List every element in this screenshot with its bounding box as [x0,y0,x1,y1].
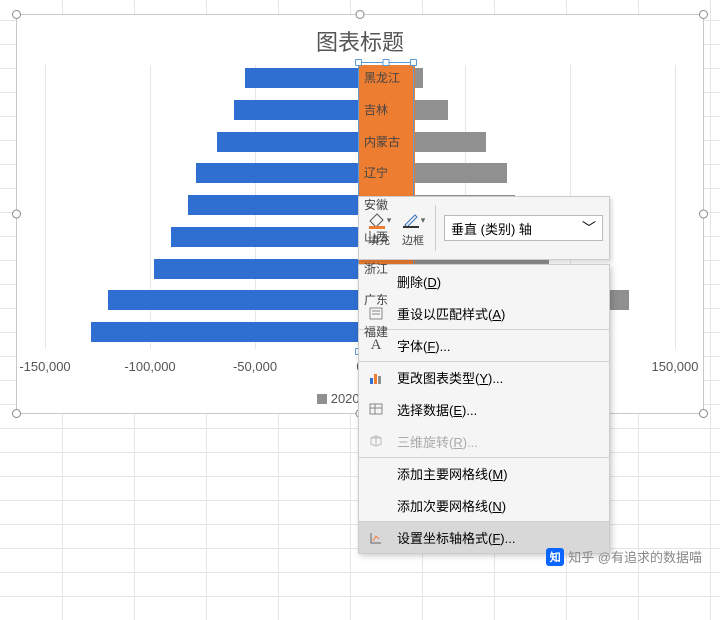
category-label: 安徽 [360,196,414,213]
bar-series1[interactable] [91,322,360,342]
category-label: 山西 [360,228,414,245]
x-tick-label: -150,000 [19,359,70,374]
resize-handle[interactable] [12,10,21,19]
ctx-label: 更改图表类型(Y)... [397,368,503,387]
chart-icon [365,370,387,386]
ctx-label: 三维旋转(R)... [397,432,478,451]
bar-series1[interactable] [217,132,360,152]
selector-value: 垂直 (类别) 轴 [451,219,532,238]
category-label: 广东 [360,291,414,308]
bar-series1[interactable] [154,259,360,279]
zhihu-icon: 知 [546,548,564,566]
bar-series1[interactable] [245,68,361,88]
resize-handle[interactable] [12,210,21,219]
x-tick-label: -100,000 [124,359,175,374]
ctx-minor_grid[interactable]: 添加次要网格线(N) [359,489,609,521]
pen-icon [401,211,421,229]
ctx-major_grid[interactable]: 添加主要网格线(M) [359,457,609,489]
gridline [675,65,676,349]
resize-handle[interactable] [12,409,21,418]
watermark: 知 知乎 @有追求的数据喵 [546,547,702,566]
chevron-down-icon: ﹀ [582,218,596,238]
ctx-rotate3d: 三维旋转(R)... [359,425,609,457]
ctx-label: 添加主要网格线(M) [397,464,508,483]
ctx-label: 选择数据(E)... [397,400,477,419]
category-label: 内蒙古 [360,133,414,150]
bar-series1[interactable] [234,100,360,120]
paint-bucket-icon [367,211,387,229]
resize-handle[interactable] [356,10,365,19]
ctx-label: 添加次要网格线(N) [397,496,506,515]
resize-handle[interactable] [699,210,708,219]
bar-series1[interactable] [108,290,360,310]
chart-title[interactable]: 图表标题 [17,15,703,61]
chart-element-selector[interactable]: 垂直 (类别) 轴 ﹀ [444,215,603,241]
category-label: 浙江 [360,260,414,277]
cube-icon [365,433,387,449]
table-icon [365,401,387,417]
bar-series1[interactable] [188,195,360,215]
category-label: 黑龙江 [360,69,414,86]
resize-handle[interactable] [699,409,708,418]
ctx-label: 设置坐标轴格式(F)... [397,528,515,547]
bar-series1[interactable] [196,163,360,183]
ctx-select_data[interactable]: 选择数据(E)... [359,393,609,425]
category-label: 福建 [360,323,414,340]
x-tick-label: 150,000 [652,359,699,374]
category-label: 吉林 [360,101,414,118]
axis-icon [365,530,387,546]
bar-series1[interactable] [171,227,360,247]
category-label: 辽宁 [360,164,414,181]
x-tick-label: -50,000 [233,359,277,374]
watermark-text: 知乎 @有追求的数据喵 [568,547,702,566]
ctx-change_type[interactable]: 更改图表类型(Y)... [359,361,609,393]
resize-handle[interactable] [699,10,708,19]
